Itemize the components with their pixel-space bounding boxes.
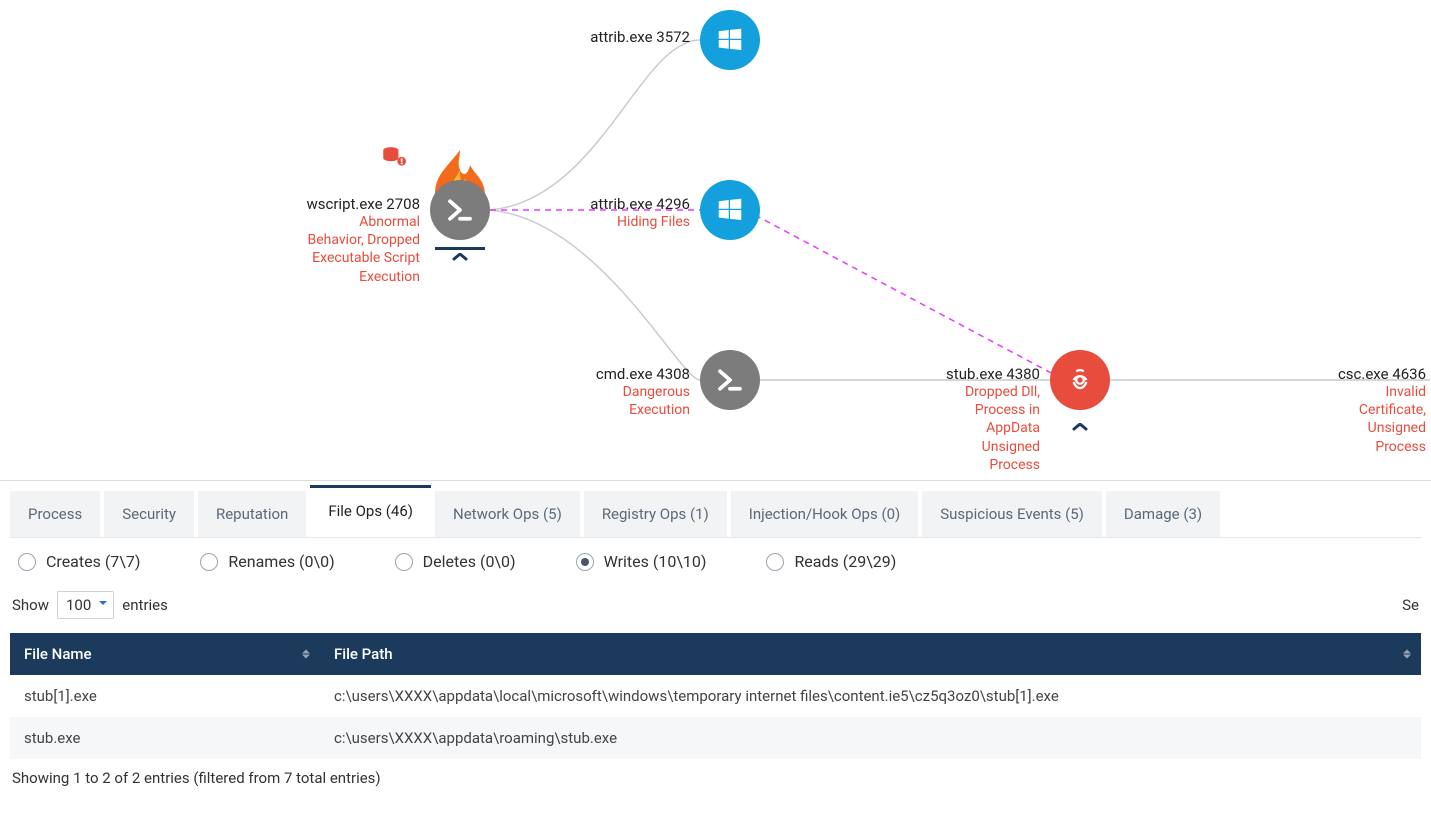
database-alert-icon (380, 145, 406, 171)
process-alert: Dropped Dll, Process in AppData Unsigned… (946, 383, 1040, 474)
terminal-icon (700, 350, 760, 410)
details-panel: Process Security Reputation File Ops (46… (0, 480, 1431, 807)
cell-file-name: stub.exe (10, 717, 320, 759)
tab-security[interactable]: Security (104, 491, 194, 537)
process-alert: Dangerous Execution (596, 383, 690, 419)
tab-registry-ops[interactable]: Registry Ops (1) (584, 491, 727, 537)
cell-file-path: c:\users\XXXX\appdata\local\microsoft\wi… (320, 675, 1421, 717)
search-label: Se (1402, 596, 1419, 614)
biohazard-icon (1050, 350, 1110, 410)
process-node-attrib-4296[interactable]: attrib.exe 4296 Hiding Files (700, 180, 760, 240)
process-node-wscript[interactable]: wscript.exe 2708 Abnormal Behavior, Drop… (430, 180, 490, 240)
chevron-down-icon[interactable] (452, 247, 468, 268)
tab-network-ops[interactable]: Network Ops (5) (435, 491, 580, 537)
col-file-path[interactable]: File Path (320, 633, 1421, 675)
page-size-select[interactable]: 100 (57, 591, 114, 619)
process-name: stub.exe 4380 (946, 365, 1040, 383)
table-row[interactable]: stub.exe c:\users\XXXX\appdata\roaming\s… (10, 717, 1421, 759)
process-alert: Invalid Certificate, Unsigned Process (1338, 383, 1426, 456)
process-alert: Abnormal Behavior, Dropped Executable Sc… (306, 213, 420, 286)
filter-deletes[interactable]: Deletes (0\0) (395, 552, 516, 571)
terminal-icon (430, 180, 490, 240)
tab-process[interactable]: Process (10, 491, 100, 537)
tab-injection-hook-ops[interactable]: Injection/Hook Ops (0) (731, 491, 918, 537)
tab-reputation[interactable]: Reputation (198, 491, 306, 537)
process-node-stub[interactable]: stub.exe 4380 Dropped Dll, Process in Ap… (1050, 350, 1110, 410)
process-name: attrib.exe 3572 (590, 28, 690, 46)
process-name: csc.exe 4636 (1338, 365, 1426, 383)
filter-reads[interactable]: Reads (29\29) (766, 552, 896, 571)
process-name: wscript.exe 2708 (306, 195, 420, 213)
tab-bar: Process Security Reputation File Ops (46… (10, 481, 1421, 538)
table-toolbar: Show 100 entries Se (10, 585, 1421, 625)
sort-icon (1403, 646, 1411, 663)
process-node-cmd[interactable]: cmd.exe 4308 Dangerous Execution (700, 350, 760, 410)
cell-file-name: stub[1].exe (10, 675, 320, 717)
filter-writes[interactable]: Writes (10\10) (576, 552, 707, 571)
tab-file-ops[interactable]: File Ops (46) (310, 485, 431, 537)
process-node-attrib-3572[interactable]: attrib.exe 3572 (700, 10, 760, 70)
filter-creates[interactable]: Creates (7\7) (18, 552, 140, 571)
tab-suspicious-events[interactable]: Suspicious Events (5) (922, 491, 1102, 537)
process-tree-graph[interactable]: wscript.exe 2708 Abnormal Behavior, Drop… (0, 0, 1431, 480)
windows-icon (700, 180, 760, 240)
entries-label: entries (122, 596, 168, 614)
file-ops-table: File Name File Path stub[1].exe c:\users… (10, 633, 1421, 759)
table-footer-info: Showing 1 to 2 of 2 entries (filtered fr… (10, 759, 1421, 797)
col-file-name[interactable]: File Name (10, 633, 320, 675)
process-alert: Hiding Files (590, 213, 690, 231)
sort-icon (302, 646, 310, 663)
file-ops-filter-group: Creates (7\7) Renames (0\0) Deletes (0\0… (10, 538, 1421, 585)
process-name: attrib.exe 4296 (590, 195, 690, 213)
cell-file-path: c:\users\XXXX\appdata\roaming\stub.exe (320, 717, 1421, 759)
show-label: Show (12, 596, 49, 614)
tab-damage[interactable]: Damage (3) (1106, 491, 1220, 537)
windows-icon (700, 10, 760, 70)
process-name: cmd.exe 4308 (596, 365, 690, 383)
filter-renames[interactable]: Renames (0\0) (200, 552, 334, 571)
table-row[interactable]: stub[1].exe c:\users\XXXX\appdata\local\… (10, 675, 1421, 717)
chevron-down-icon[interactable] (1072, 417, 1088, 438)
